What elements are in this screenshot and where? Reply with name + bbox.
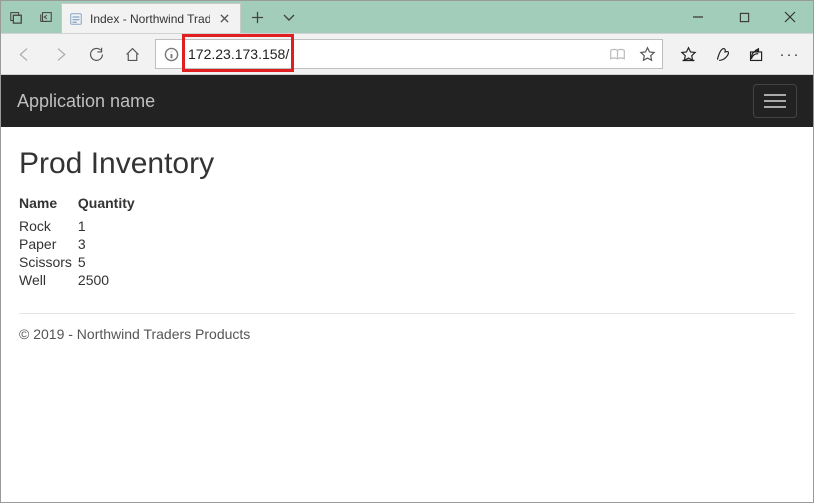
table-row: Rock 1 <box>19 217 145 235</box>
window-maximize-button[interactable] <box>721 1 767 33</box>
back-button[interactable] <box>7 37 41 71</box>
table-cell: Rock <box>19 217 78 235</box>
more-button[interactable]: ··· <box>773 37 807 71</box>
address-bar[interactable]: 172.23.173.158/ <box>155 39 663 69</box>
table-cell: 2500 <box>78 271 145 289</box>
table-cell: Scissors <box>19 253 78 271</box>
browser-tab[interactable]: Index - Northwind Traders <box>61 3 241 33</box>
table-row: Well 2500 <box>19 271 145 289</box>
tab-favicon-icon <box>68 11 84 27</box>
table-cell: 5 <box>78 253 145 271</box>
footer-text: © 2019 - Northwind Traders Products <box>19 326 795 362</box>
window-title-bar: Index - Northwind Traders <box>1 1 813 33</box>
tab-close-button[interactable] <box>216 11 232 27</box>
page-body: Prod Inventory Name Quantity Rock 1 Pape… <box>1 127 813 376</box>
browser-toolbar: 172.23.173.158/ ··· <box>1 33 813 75</box>
refresh-button[interactable] <box>79 37 113 71</box>
site-info-icon[interactable] <box>156 40 186 68</box>
new-tab-button[interactable] <box>241 1 273 33</box>
table-cell: 1 <box>78 217 145 235</box>
table-header: Name <box>19 193 78 217</box>
favorite-star-icon[interactable] <box>632 40 662 68</box>
tab-strip: Index - Northwind Traders <box>61 1 305 33</box>
title-bar-left <box>1 1 61 33</box>
tab-title: Index - Northwind Traders <box>90 12 210 26</box>
ellipsis-icon: ··· <box>774 46 807 63</box>
table-cell: Paper <box>19 235 78 253</box>
notes-button[interactable] <box>705 37 739 71</box>
table-cell: Well <box>19 271 78 289</box>
table-row: Scissors 5 <box>19 253 145 271</box>
table-header: Quantity <box>78 193 145 217</box>
home-button[interactable] <box>115 37 149 71</box>
window-minimize-button[interactable] <box>675 1 721 33</box>
inventory-table: Name Quantity Rock 1 Paper 3 Scissors 5 <box>19 193 145 289</box>
tab-aux <box>241 1 305 33</box>
navbar-menu-toggle[interactable] <box>753 84 797 118</box>
share-button[interactable] <box>739 37 773 71</box>
address-bar-right <box>602 40 662 68</box>
table-header-row: Name Quantity <box>19 193 145 217</box>
favorites-button[interactable] <box>671 37 705 71</box>
divider <box>19 313 795 314</box>
tab-overflow-button[interactable] <box>273 1 305 33</box>
page-viewport: Application name Prod Inventory Name Qua… <box>1 75 813 504</box>
window-controls <box>675 1 813 33</box>
app-navbar: Application name <box>1 75 813 127</box>
forward-button[interactable] <box>43 37 77 71</box>
brand[interactable]: Application name <box>17 91 155 112</box>
toolbar-right-icons: ··· <box>671 37 807 71</box>
tab-actions-button[interactable] <box>1 1 31 33</box>
window-close-button[interactable] <box>767 1 813 33</box>
url-text: 172.23.173.158/ <box>186 40 602 68</box>
table-row: Paper 3 <box>19 235 145 253</box>
set-aside-tabs-button[interactable] <box>31 1 61 33</box>
reading-view-icon[interactable] <box>602 40 632 68</box>
table-cell: 3 <box>78 235 145 253</box>
page-heading: Prod Inventory <box>19 147 795 181</box>
